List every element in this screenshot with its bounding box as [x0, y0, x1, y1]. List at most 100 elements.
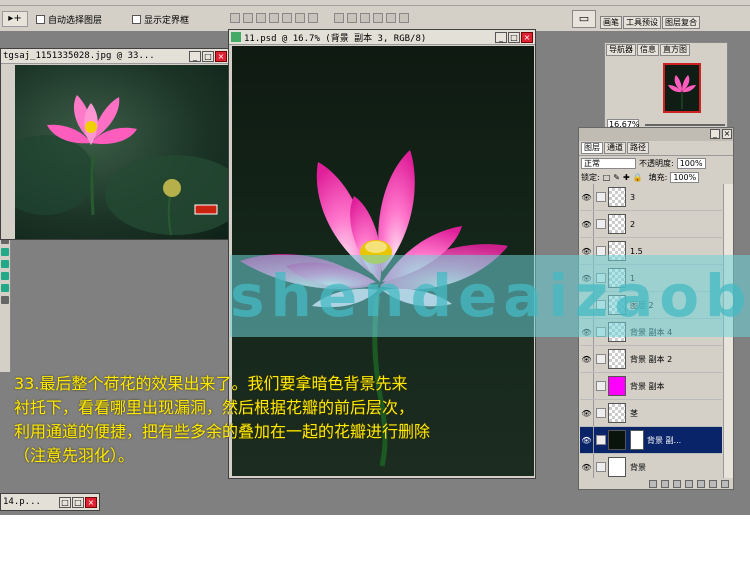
- navigator-tabs: 导航器 信息 直方图: [605, 43, 727, 57]
- layers-tab[interactable]: 图层: [581, 142, 603, 154]
- layer-name: 背景 副本: [630, 381, 665, 391]
- add-mask-icon[interactable]: [673, 479, 681, 488]
- layer-link-icon[interactable]: [596, 381, 606, 391]
- opacity-field[interactable]: 100%: [676, 157, 706, 169]
- restore-button[interactable]: □: [59, 496, 71, 508]
- instruction-line: 利用通道的便捷，把有些多余的叠加在一起的花瓣进行删除: [14, 422, 431, 441]
- align-bottom-icon[interactable]: [256, 13, 266, 23]
- distribute-middle-icon[interactable]: [347, 13, 357, 23]
- maximize-button[interactable]: □: [202, 50, 214, 62]
- layers-panel-header[interactable]: _ ×: [579, 128, 733, 141]
- layer-link-icon[interactable]: [596, 408, 606, 418]
- layer-mask-thumbnail[interactable]: [630, 430, 644, 450]
- palette-tab[interactable]: 画笔: [600, 16, 622, 29]
- layer-style-icon[interactable]: [661, 479, 669, 488]
- lock-icons[interactable]: □✎✚🔒: [603, 173, 646, 182]
- panel-close-button[interactable]: ×: [722, 129, 732, 139]
- align-middle-icon[interactable]: [243, 13, 253, 23]
- distribute-center-icon[interactable]: [386, 13, 396, 23]
- align-left-icon[interactable]: [269, 13, 279, 23]
- layers-tab[interactable]: 通道: [604, 142, 626, 154]
- panel-minimize-button[interactable]: _: [710, 129, 720, 139]
- watermark-text: shendeaizaobe: [230, 262, 750, 330]
- close-button[interactable]: ×: [521, 31, 533, 43]
- layer-thumbnail: [608, 403, 626, 423]
- window-titlebar[interactable]: tgsaj_1151335028.jpg @ 33... _ □ ×: [1, 49, 229, 64]
- align-center-icon[interactable]: [282, 13, 292, 23]
- align-extra-icon[interactable]: [308, 13, 318, 23]
- checkbox-box[interactable]: [36, 15, 45, 24]
- palette-tab[interactable]: 图层复合: [662, 16, 700, 29]
- layer-row[interactable]: 背景 副本: [580, 373, 722, 400]
- instruction-line: 33.最后整个荷花的效果出来了。我们要拿暗色背景先来: [14, 374, 408, 393]
- layer-row[interactable]: 👁 背景 副本 2: [580, 346, 722, 373]
- window-titlebar[interactable]: 14.p... □ □ ×: [1, 494, 99, 510]
- distribute-left-icon[interactable]: [373, 13, 383, 23]
- visibility-eye-icon[interactable]: 👁: [580, 346, 594, 372]
- layer-row[interactable]: 👁 2: [580, 211, 722, 238]
- minimize-button[interactable]: _: [189, 50, 201, 62]
- align-top-icon[interactable]: [230, 13, 240, 23]
- layer-link-icon[interactable]: [596, 219, 606, 229]
- layer-name: 茎: [630, 408, 638, 418]
- new-layer-icon[interactable]: [709, 479, 717, 488]
- layer-link-icon[interactable]: [596, 435, 606, 445]
- window-titlebar[interactable]: 11.psd @ 16.7% (背景 副本 3, RGB/8) _ □ ×: [229, 30, 535, 45]
- navigator-tab[interactable]: 信息: [637, 44, 659, 56]
- navigator-tab[interactable]: 直方图: [660, 44, 690, 56]
- layers-panel-footer: [579, 478, 733, 489]
- align-icons[interactable]: [230, 13, 318, 23]
- visibility-eye-icon[interactable]: 👁: [580, 184, 594, 210]
- close-button[interactable]: ×: [215, 50, 227, 62]
- distribute-icons[interactable]: [334, 13, 409, 23]
- layer-link-icon[interactable]: [596, 462, 606, 472]
- visibility-eye-icon[interactable]: 👁: [580, 211, 594, 237]
- shape-tool-icon[interactable]: [1, 248, 9, 256]
- maximize-button[interactable]: □: [72, 496, 84, 508]
- layer-row[interactable]: 👁 背景: [580, 454, 722, 480]
- show-bounds-checkbox[interactable]: 显示定界框: [132, 13, 189, 26]
- palette-tab[interactable]: 工具预设: [623, 16, 661, 29]
- navigator-zoom-slider[interactable]: [645, 124, 725, 126]
- navigator-tab[interactable]: 导航器: [606, 44, 636, 56]
- trash-icon[interactable]: [721, 479, 729, 488]
- new-group-icon[interactable]: [697, 479, 705, 488]
- lock-label: 锁定:: [581, 172, 600, 182]
- window-title: 14.p...: [3, 497, 41, 507]
- palette-well-tabs: 画笔 工具预设 图层复合: [600, 16, 700, 29]
- maximize-button[interactable]: □: [508, 31, 520, 43]
- minimized-document-window[interactable]: 14.p... □ □ ×: [0, 493, 100, 511]
- blend-mode-select[interactable]: 正常: [581, 157, 636, 169]
- layer-link-icon[interactable]: [596, 192, 606, 202]
- layer-thumbnail: [608, 214, 626, 234]
- navigator-thumbnail[interactable]: [663, 63, 701, 113]
- distribute-bottom-icon[interactable]: [360, 13, 370, 23]
- source-image-window[interactable]: tgsaj_1151335028.jpg @ 33... _ □ ×: [0, 48, 245, 240]
- align-right-icon[interactable]: [295, 13, 305, 23]
- fill-field[interactable]: 100%: [670, 171, 700, 183]
- layers-tab[interactable]: 路径: [627, 142, 649, 154]
- layer-row[interactable]: 👁 茎: [580, 400, 722, 427]
- layer-name: 背景 副...: [647, 435, 682, 445]
- distribute-right-icon[interactable]: [399, 13, 409, 23]
- new-fill-icon[interactable]: [685, 479, 693, 488]
- layer-thumbnail: [608, 430, 626, 450]
- notes-tool-icon[interactable]: [1, 260, 9, 268]
- palette-well-icon[interactable]: ▭: [572, 10, 596, 28]
- layer-row[interactable]: 👁 背景 副...: [580, 427, 722, 454]
- auto-select-checkbox[interactable]: 自动选择图层: [36, 13, 102, 26]
- move-tool-icon[interactable]: ▸+: [2, 11, 28, 27]
- distribute-top-icon[interactable]: [334, 13, 344, 23]
- zoom-tool-icon[interactable]: [1, 296, 9, 304]
- layer-link-icon[interactable]: [596, 354, 606, 364]
- instruction-line: 衬托下，看看哪里出现漏洞，然后根据花瓣的前后层次，: [14, 398, 415, 417]
- minimize-button[interactable]: _: [495, 31, 507, 43]
- hand-tool-icon[interactable]: [1, 284, 9, 292]
- checkbox-box[interactable]: [132, 15, 141, 24]
- link-layers-icon[interactable]: [649, 479, 657, 488]
- layer-thumbnail: [608, 457, 626, 477]
- photoshop-workspace: ▸+ 自动选择图层 显示定界框 ▭ 画笔 工具预设 图层复合 tgsaj_11513…: [0, 0, 750, 515]
- close-button[interactable]: ×: [85, 496, 97, 508]
- eyedropper-tool-icon[interactable]: [1, 272, 9, 280]
- layer-row[interactable]: 👁 3: [580, 184, 722, 211]
